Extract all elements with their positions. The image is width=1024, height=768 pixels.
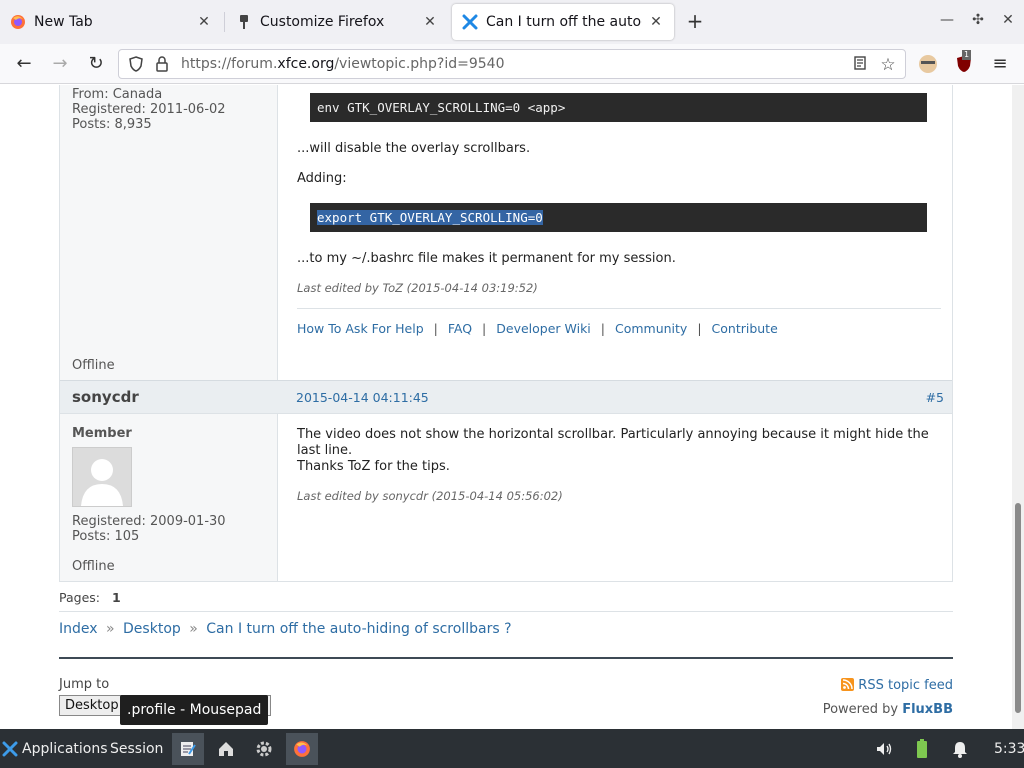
author-name[interactable]: sonycdr — [72, 388, 139, 406]
tab-new-tab[interactable]: New Tab ✕ — [0, 0, 222, 44]
battery-icon[interactable] — [906, 733, 938, 765]
post-text: Thanks ToZ for the tips. — [297, 459, 450, 474]
xfce-icon — [462, 14, 478, 30]
author-registered: Registered: 2009-01-30 — [72, 514, 226, 529]
breadcrumb-topic[interactable]: Can I turn off the auto-hiding of scroll… — [206, 621, 511, 637]
post-number-link[interactable]: #5 — [926, 390, 944, 405]
powered-by: Powered by FluxBB — [822, 702, 953, 717]
page-scrollbar[interactable] — [1012, 85, 1024, 729]
address-bar[interactable]: https://forum.xfce.org/viewtopic.php?id=… — [118, 49, 906, 79]
taskbar-tooltip: .profile - Mousepad — [120, 695, 269, 725]
close-tab-icon[interactable]: ✕ — [196, 14, 212, 30]
breadcrumb-desktop[interactable]: Desktop — [123, 621, 181, 637]
code-block[interactable]: export GTK_OVERLAY_SCROLLING=0 — [310, 203, 927, 232]
signature-links: How To Ask For Help | FAQ | Developer Wi… — [297, 321, 778, 336]
close-window-icon[interactable]: ✕ — [998, 12, 1018, 28]
rss-feed-link[interactable]: RSS topic feed — [841, 678, 953, 693]
divider — [59, 611, 953, 612]
fluxbb-link[interactable]: FluxBB — [902, 702, 953, 717]
hamburger-menu-icon[interactable]: ≡ — [988, 52, 1012, 76]
post-text: The video does not show the horizontal s… — [297, 427, 929, 442]
post-4: From: Canada Registered: 2011-06-02 Post… — [59, 85, 953, 381]
profile-avatar-icon[interactable] — [916, 52, 940, 76]
tab-bar: New Tab ✕ Customize Firefox ✕ Can I turn… — [0, 0, 1024, 44]
reader-view-icon[interactable] — [851, 56, 869, 74]
close-tab-icon[interactable]: ✕ — [648, 14, 664, 30]
sig-link-faq[interactable]: FAQ — [448, 321, 472, 336]
volume-icon[interactable] — [868, 733, 900, 765]
avatar — [72, 447, 132, 507]
forward-arrow-icon[interactable]: → — [48, 52, 72, 76]
post-text: ...will disable the overlay scrollbars. — [297, 141, 531, 156]
post-text: Adding: — [297, 171, 347, 186]
jump-to-select[interactable]: Desktop — [59, 695, 125, 716]
breadcrumb-index[interactable]: Index — [59, 621, 98, 637]
author-status: Offline — [72, 358, 115, 373]
pages-label: Pages: — [59, 590, 100, 605]
post-author-panel: Member Registered: 2009-01-30 Posts: 105… — [60, 414, 278, 581]
firefox-taskbar-icon[interactable] — [286, 733, 318, 765]
bookmark-star-icon[interactable]: ☆ — [879, 56, 897, 74]
session-menu-button[interactable]: Session — [110, 729, 170, 768]
ublock-extension-icon[interactable]: 1 — [952, 50, 976, 76]
signature-divider — [297, 308, 941, 309]
current-page: 1 — [111, 590, 121, 605]
close-tab-icon[interactable]: ✕ — [422, 14, 438, 30]
tab-customize-firefox[interactable]: Customize Firefox ✕ — [226, 0, 448, 44]
lock-icon[interactable] — [153, 56, 171, 74]
applications-menu-button[interactable]: Applications — [2, 729, 108, 768]
sig-link-contribute[interactable]: Contribute — [712, 321, 778, 336]
footer-divider — [59, 657, 953, 659]
rss-icon — [841, 678, 855, 691]
post-header: sonycdr 2015-04-14 04:11:45 #5 — [60, 380, 952, 414]
tab-title: Customize Firefox — [260, 14, 385, 30]
post-date-link[interactable]: 2015-04-14 04:11:45 — [296, 390, 429, 405]
shield-icon[interactable] — [127, 56, 145, 74]
post-5: Member Registered: 2009-01-30 Posts: 105… — [59, 380, 953, 582]
home-folder-icon[interactable] — [210, 733, 242, 765]
url-text[interactable]: https://forum.xfce.org/viewtopic.php?id=… — [181, 56, 505, 72]
firefox-icon — [10, 14, 26, 30]
author-registered: Registered: 2011-06-02 — [72, 102, 226, 117]
xfce-panel: Applications Session 5:33 — [0, 729, 1024, 768]
post-text: ...to my ~/.bashrc file makes it permane… — [297, 251, 676, 266]
tab-title: Can I turn off the auto-hiding of scroll… — [486, 14, 642, 30]
post-text: last line. — [297, 443, 353, 458]
tab-title: New Tab — [34, 14, 93, 30]
author-post-count: Posts: 105 — [72, 529, 140, 544]
sig-link-how-to-ask[interactable]: How To Ask For Help — [297, 321, 424, 336]
pagination: Pages: 1 — [59, 590, 121, 605]
post-author-panel: From: Canada Registered: 2011-06-02 Post… — [60, 85, 278, 380]
brush-icon — [236, 14, 252, 30]
page-viewport: From: Canada Registered: 2011-06-02 Post… — [0, 85, 1012, 729]
selected-text: export GTK_OVERLAY_SCROLLING=0 — [317, 210, 543, 225]
scrollbar-thumb[interactable] — [1015, 503, 1021, 713]
new-tab-button[interactable]: + — [683, 9, 707, 35]
reload-icon[interactable]: ↻ — [84, 52, 108, 76]
jump-to-label: Jump to — [59, 677, 110, 692]
author-location: From: Canada — [72, 87, 163, 102]
minimize-icon[interactable]: — — [937, 12, 957, 28]
last-edited-note: Last edited by sonycdr (2015-04-14 05:56… — [297, 489, 563, 503]
author-post-count: Posts: 8,935 — [72, 117, 152, 132]
maximize-icon[interactable]: ✣ — [968, 12, 988, 28]
mousepad-launcher-icon[interactable] — [172, 733, 204, 765]
settings-gear-icon[interactable] — [248, 733, 280, 765]
navigation-toolbar: ← → ↻ https://forum.xfce.org/viewtopic.p… — [0, 44, 1024, 84]
notification-bell-icon[interactable] — [944, 733, 976, 765]
extension-badge: 1 — [962, 50, 972, 60]
author-status: Offline — [72, 559, 115, 574]
clock[interactable]: 5:33 — [994, 729, 1024, 768]
breadcrumb: Index » Desktop » Can I turn off the aut… — [59, 621, 512, 637]
xfce-logo-icon — [2, 741, 18, 756]
author-title: Member — [72, 426, 132, 441]
back-arrow-icon[interactable]: ← — [12, 52, 36, 76]
last-edited-note: Last edited by ToZ (2015-04-14 03:19:52) — [297, 281, 538, 295]
tab-active-topic[interactable]: Can I turn off the auto-hiding of scroll… — [452, 4, 674, 40]
sig-link-developer-wiki[interactable]: Developer Wiki — [496, 321, 591, 336]
sig-link-community[interactable]: Community — [615, 321, 687, 336]
code-block[interactable]: env GTK_OVERLAY_SCROLLING=0 <app> — [310, 93, 927, 122]
